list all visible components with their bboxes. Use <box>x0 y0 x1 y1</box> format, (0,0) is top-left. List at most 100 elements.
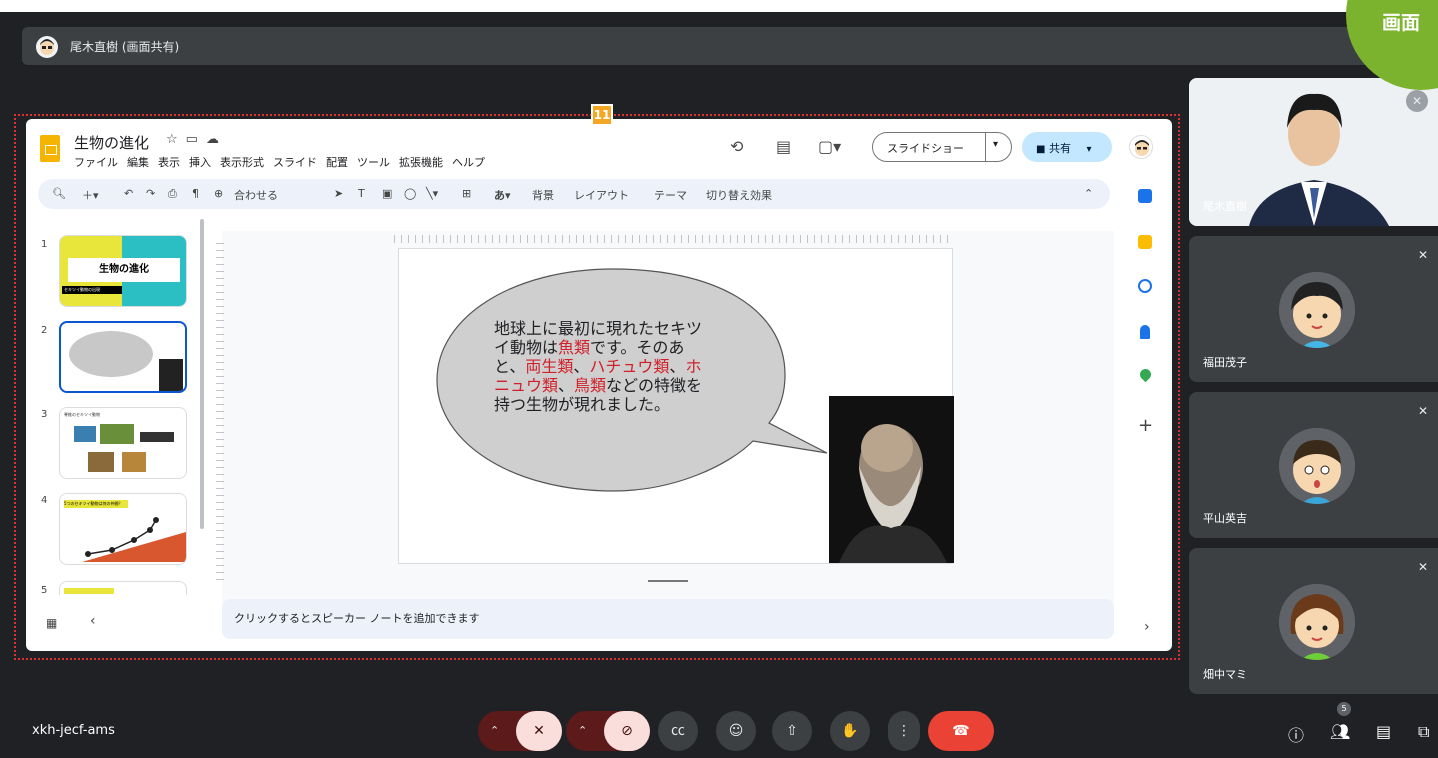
input-tools-icon[interactable]: あ▾ <box>494 187 511 203</box>
lock-icon: ■ <box>1036 144 1046 155</box>
info-icon[interactable]: ⓘ <box>1288 722 1304 746</box>
participant-tile[interactable]: 平山英吉 ✕ <box>1189 392 1438 538</box>
menu-item[interactable]: 編集 <box>127 154 149 170</box>
slideshow-button[interactable]: スライドショー ▾ <box>872 132 1012 162</box>
add-addon-icon[interactable]: + <box>1138 415 1153 436</box>
activities-icon[interactable]: ⧉ <box>1418 722 1429 742</box>
print-icon[interactable]: ⎙ <box>168 187 177 201</box>
mic-off-icon: ✕ <box>1406 90 1428 112</box>
folder-icon[interactable]: ▭ <box>186 132 206 147</box>
share-label: 共有 <box>1048 142 1071 155</box>
horizontal-ruler <box>394 235 954 243</box>
menu-item[interactable]: スライド <box>273 154 317 170</box>
text-box-icon[interactable]: T <box>358 187 365 200</box>
insert-box-icon[interactable]: ⊞ <box>462 187 471 200</box>
slide-canvas: 地球上に最初に現れたセキツ イ動物は魚類です。そのあ と、両生類、ハチュウ類、ホ… <box>216 231 1114 603</box>
thumb-title: 生物の進化 <box>68 258 180 282</box>
redo-icon[interactable]: ↷ <box>146 187 155 200</box>
menu-item[interactable]: 配置 <box>326 154 348 170</box>
maps-icon[interactable] <box>1137 366 1154 383</box>
corner-badge-label: 画面 <box>1382 12 1421 34</box>
chevron-down-icon[interactable]: ▾ <box>1086 144 1091 155</box>
layout-button[interactable]: レイアウト <box>574 187 629 203</box>
chevron-down-icon[interactable]: ▾ <box>993 139 998 150</box>
present-button[interactable]: ⇧ <box>772 711 812 751</box>
thumb-number: 2 <box>41 325 48 336</box>
text-line: イ動物は魚類です。そのあ <box>494 338 734 357</box>
participant-tile[interactable]: 畑中マミ ✕ <box>1189 548 1438 694</box>
menu-item[interactable]: ツール <box>357 154 390 170</box>
participant-tile-presenter[interactable]: 尾木直樹 ✕ <box>1189 78 1438 226</box>
paint-format-icon[interactable]: ¶ <box>192 187 199 200</box>
filmstrip-scrollbar[interactable] <box>200 219 204 529</box>
theme-button[interactable]: テーマ <box>654 187 687 203</box>
highlight-run: ニュウ類 <box>494 376 559 395</box>
speaker-notes[interactable]: クリックするとスピーカー ノートを追加できます <box>222 599 1114 639</box>
video-call-icon[interactable]: ▢▾ <box>818 137 841 156</box>
menu-item[interactable]: ヘルプ <box>452 154 485 170</box>
background-button[interactable]: 背景 <box>532 187 554 203</box>
presenter-name: 尾木直樹 (画面共有) <box>70 40 180 54</box>
select-icon[interactable]: ➤ <box>334 187 343 200</box>
menu-item[interactable]: 拡張機能 <box>399 154 443 170</box>
slide-thumbnail-3[interactable]: 脊椎のセキツイ動物 <box>59 407 187 479</box>
keep-icon[interactable] <box>1138 235 1152 249</box>
text-run: イ動物は <box>494 338 559 357</box>
text-line: ニュウ類、鳥類などの特徴を <box>494 376 734 395</box>
contacts-icon[interactable] <box>1140 325 1150 339</box>
zoom-select[interactable]: 合わせる <box>234 187 278 203</box>
slide-thumbnail-2[interactable] <box>59 321 187 393</box>
collapse-toolbar-icon[interactable]: ⌃ <box>1084 187 1093 200</box>
camera-off-button[interactable]: ⊘ <box>604 711 650 751</box>
undo-icon[interactable]: ↶ <box>124 187 133 200</box>
collapse-filmstrip-icon[interactable]: ‹ <box>90 613 96 629</box>
mic-off-icon: ✕ <box>1417 248 1428 262</box>
share-button[interactable]: ■ 共有 ▾ <box>1022 132 1112 162</box>
text-run: と、 <box>494 357 526 376</box>
thumb-fish <box>74 426 96 442</box>
image-icon[interactable]: ▣ <box>382 187 392 200</box>
editing-toolbar: 🔍︎ ＋▾ ↶ ↷ ⎙ ¶ ⊕ 合わせる ➤ T ▣ ◯ ╲▾ ⊞ あ▾ 背景 … <box>38 179 1110 209</box>
shape-icon[interactable]: ◯ <box>404 187 416 200</box>
menu-item[interactable]: 表示形式 <box>220 154 264 170</box>
chat-icon[interactable]: ▤ <box>1376 722 1391 741</box>
notes-resize-handle[interactable] <box>648 580 688 582</box>
account-avatar[interactable] <box>1129 135 1153 159</box>
search-icon[interactable]: 🔍︎ <box>52 187 66 200</box>
slide-thumbnail-5[interactable] <box>59 581 187 595</box>
grid-view-icon[interactable]: ▦ <box>46 616 57 630</box>
cloud-icon[interactable]: ☁ <box>206 132 227 147</box>
audio-options-icon[interactable]: ⌃ <box>490 711 499 751</box>
text-run: です。そのあ <box>590 338 685 357</box>
meet-window: 画面 尾木直樹 (画面共有) 11 生物の進化 ☆▭☁ ファイル 編集 表示 挿… <box>0 0 1438 758</box>
leave-call-button[interactable]: ☎ <box>928 711 994 751</box>
slide-thumbnail-1[interactable]: 生物の進化 セキツイ動物の出現 <box>59 235 187 307</box>
comment-icon[interactable]: ▤ <box>776 137 791 156</box>
menu-item[interactable]: 挿入 <box>189 154 211 170</box>
tasks-icon[interactable] <box>1138 279 1152 293</box>
current-slide[interactable]: 地球上に最初に現れたセキツ イ動物は魚類です。そのあ と、両生類、ハチュウ類、ホ… <box>398 248 954 564</box>
doc-title[interactable]: 生物の進化 <box>74 132 149 153</box>
menu-item[interactable]: 表示 <box>158 154 180 170</box>
zoom-icon[interactable]: ⊕ <box>214 187 223 200</box>
star-icon[interactable]: ☆ <box>166 132 186 147</box>
calendar-icon[interactable] <box>1138 189 1152 203</box>
slides-app-icon[interactable] <box>40 135 60 162</box>
reactions-button[interactable]: ☺ <box>716 711 756 751</box>
mic-off-button[interactable]: ✕ <box>516 711 562 751</box>
slide-thumbnail-4[interactable]: 5つのセキツイ動物は何の仲間？ <box>59 493 187 565</box>
more-options-button[interactable]: ⋮ <box>888 711 920 751</box>
raise-hand-button[interactable]: ✋ <box>830 711 870 751</box>
participant-tile[interactable]: 福田茂子 ✕ <box>1189 236 1438 382</box>
expand-panel-icon[interactable]: › <box>1144 619 1150 635</box>
captions-button[interactable]: ㏄ <box>658 711 698 751</box>
menu-item[interactable]: ファイル <box>74 154 118 170</box>
people-icon[interactable]: 👥︎ <box>1330 722 1350 741</box>
new-slide-icon[interactable]: ＋▾ <box>82 187 99 203</box>
history-icon[interactable]: ⟲ <box>730 137 743 156</box>
line-icon[interactable]: ╲▾ <box>426 187 438 200</box>
transition-button[interactable]: 切り替え効果 <box>706 187 772 203</box>
video-options-icon[interactable]: ⌃ <box>578 711 587 751</box>
thumb-lizard <box>88 452 114 472</box>
portrait-image[interactable] <box>829 396 954 563</box>
